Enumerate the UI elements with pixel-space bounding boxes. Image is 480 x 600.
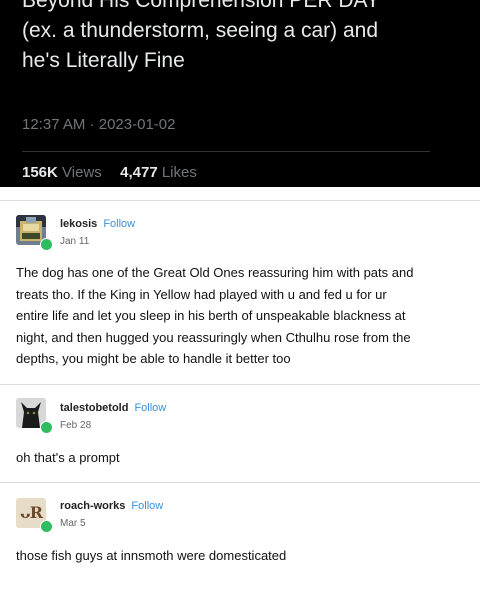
tweet-line: he's Literally Fine <box>22 49 185 72</box>
tweet-line: (ex. a thunderstorm, seeing a car) and <box>22 19 379 42</box>
reply-username[interactable]: roach-works Follow <box>60 500 163 512</box>
reply-username[interactable]: lekosis Follow <box>60 218 135 230</box>
views-stat[interactable]: 156K Views <box>22 164 106 181</box>
reply-line: those fish guys at innsmoth were domesti… <box>16 548 287 563</box>
tweet-timestamp[interactable]: 12:37 AM · 2023-01-02 <box>22 116 175 133</box>
reply-talestobetold: talestobetold Follow Feb 28 oh that's a p… <box>0 384 480 482</box>
reply-date: Feb 28 <box>60 420 92 431</box>
username-text: roach-works <box>60 500 126 512</box>
tweet-date: 2023-01-02 <box>98 116 176 133</box>
follow-button[interactable]: Follow <box>134 402 166 414</box>
online-status-icon <box>40 520 53 533</box>
reply-body: The dog has one of the Great Old Ones re… <box>16 262 466 370</box>
reply-body: those fish guys at innsmoth were domesti… <box>16 545 466 567</box>
reply-line: depths, you might be able to handle it b… <box>16 351 291 366</box>
tweet-stats: 156K Views 4,477 Likes <box>22 164 197 181</box>
tweet-screenshot: Beyond His Comprehension PER DAY (ex. a … <box>0 0 480 187</box>
username-text: lekosis <box>60 218 98 230</box>
reply-line: oh that's a prompt <box>16 450 120 465</box>
reply-line: entire life and let you sleep in his ber… <box>16 308 406 323</box>
tweet-line: Beyond His Comprehension PER DAY <box>22 0 380 12</box>
likes-count: 4,477 <box>120 164 158 181</box>
reply-body: oh that's a prompt <box>16 447 466 469</box>
online-status-icon <box>40 238 53 251</box>
tweet-time-separator: · <box>89 116 95 133</box>
reply-date: Jan 11 <box>60 236 90 247</box>
reply-date: Mar 5 <box>60 518 86 529</box>
reply-roach-works: ᴗR roach-works Follow Mar 5 those fish gu… <box>0 482 480 600</box>
views-label: Views <box>62 164 102 181</box>
reply-line: treats tho. If the King in Yellow had pl… <box>16 286 387 302</box>
tweet-time: 12:37 AM <box>22 116 86 133</box>
reply-lekosis: lekosis Follow Jan 11 The dog has one of … <box>0 200 480 384</box>
views-count: 156K <box>22 164 58 181</box>
tweet-text: Beyond His Comprehension PER DAY (ex. a … <box>22 0 472 76</box>
follow-button[interactable]: Follow <box>131 500 163 512</box>
tweet-divider <box>22 151 430 152</box>
username-text: talestobetold <box>60 402 129 414</box>
reply-line: night, and then hugged you reassuringly … <box>16 329 411 345</box>
reply-username[interactable]: talestobetold Follow <box>60 402 166 414</box>
likes-label: Likes <box>161 164 197 181</box>
online-status-icon <box>40 421 53 434</box>
reply-line: The dog has one of the Great Old Ones re… <box>16 265 414 280</box>
likes-stat[interactable]: 4,477 Likes <box>120 164 197 181</box>
follow-button[interactable]: Follow <box>103 218 135 230</box>
